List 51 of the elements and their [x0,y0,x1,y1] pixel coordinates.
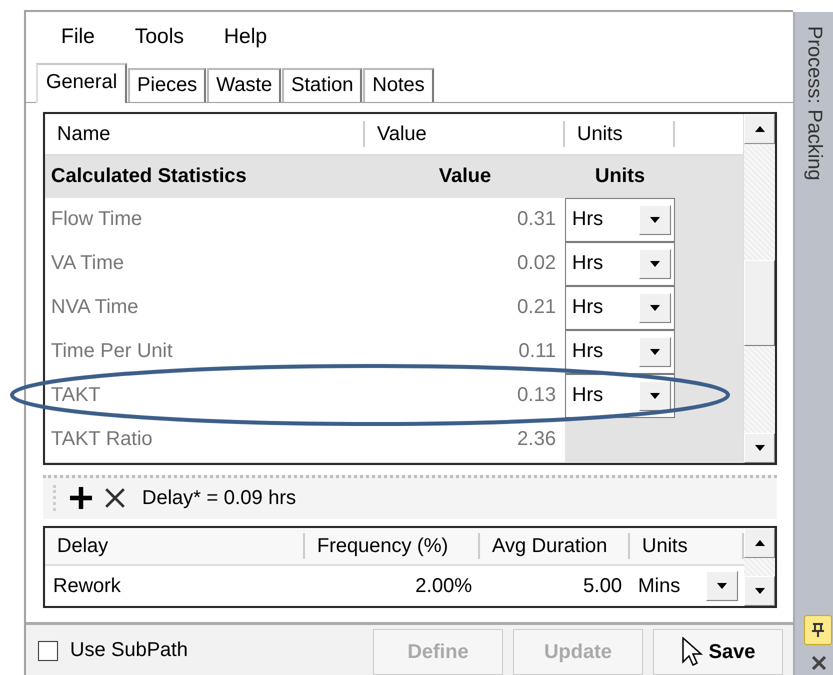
column-header[interactable]: Frequency (%) [305,533,480,559]
scrollbar-thumb[interactable] [744,260,776,346]
column-header[interactable]: Units [565,120,675,147]
group-column-heading: Units [594,165,646,188]
units-dropdown[interactable]: Hrs [565,330,675,374]
tab[interactable]: Waste [207,68,282,102]
scroll-up-button[interactable] [744,114,776,144]
tab[interactable]: General [36,62,128,103]
panel-title: Process: Packing [802,25,826,183]
delete-icon[interactable] [104,487,126,510]
statistic-value: 0.11 [518,340,556,364]
menu-item[interactable]: Tools [120,24,199,49]
statistic-value: 0.21 [517,296,556,320]
statistic-name: TAKT [51,384,101,408]
table-cell-text: Rework [52,574,122,598]
column-header[interactable]: Delay [45,533,305,559]
delay-summary: Delay* = 0.09 hrs [142,486,296,510]
column-header[interactable]: Avg Duration [480,533,630,559]
checkbox[interactable] [38,640,58,660]
statistic-value: 0.31 [517,208,556,232]
table-cell-text: 2.00% [414,574,473,598]
tab[interactable]: Station [282,68,362,102]
column-header[interactable]: Value [365,120,565,147]
table-cell-text: 5.00 [582,574,623,598]
statistic-name: Time Per Unit [51,340,173,364]
tab[interactable]: Notes [363,68,434,102]
scroll-up-button[interactable] [744,528,776,558]
menu-item[interactable]: File [46,24,110,49]
statistic-name: Flow Time [51,208,142,232]
column-header[interactable]: Name [45,120,365,147]
units-dropdown[interactable]: Hrs [565,242,675,286]
units-dropdown[interactable]: Mins [630,566,744,606]
statistic-name: VA Time [51,252,124,276]
tab[interactable]: Pieces [128,68,206,102]
checkbox-label: Use SubPath [70,639,188,662]
close-icon[interactable] [811,655,828,671]
statistic-value: 2.36 [517,428,556,452]
add-icon[interactable] [70,487,92,510]
group-column-heading: Value [438,165,492,188]
scroll-down-button[interactable] [744,432,776,463]
pin-icon[interactable] [804,615,832,645]
statistic-name: TAKT Ratio [51,428,153,452]
action-button[interactable]: Save [653,629,783,675]
statistic-value: 0.13 [517,384,556,408]
units-dropdown[interactable]: Hrs [565,198,675,242]
units-dropdown[interactable]: Hrs [565,286,675,330]
scroll-down-button[interactable] [744,576,776,606]
statistic-value: 0.02 [517,252,556,276]
statistic-name: NVA Time [51,296,138,320]
group-heading: Calculated Statistics [50,165,248,188]
menu-item[interactable]: Help [208,24,282,49]
